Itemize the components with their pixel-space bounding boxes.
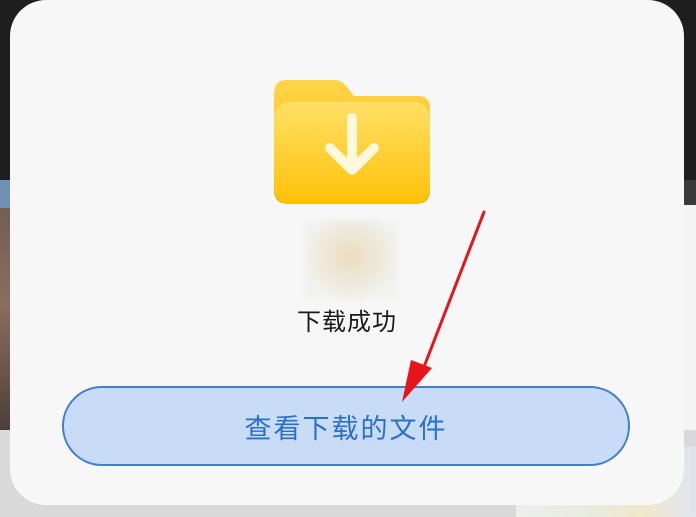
file-thumbnail [304,220,398,300]
download-folder-icon [274,80,430,204]
download-success-text: 下载成功 [297,308,397,336]
download-complete-dialog: 下载成功 查看下载的文件 [10,0,684,505]
background-app-right [682,205,696,435]
view-downloaded-files-button[interactable]: 查看下载的文件 [62,386,630,466]
screen: 下载成功 查看下载的文件 [0,0,696,517]
